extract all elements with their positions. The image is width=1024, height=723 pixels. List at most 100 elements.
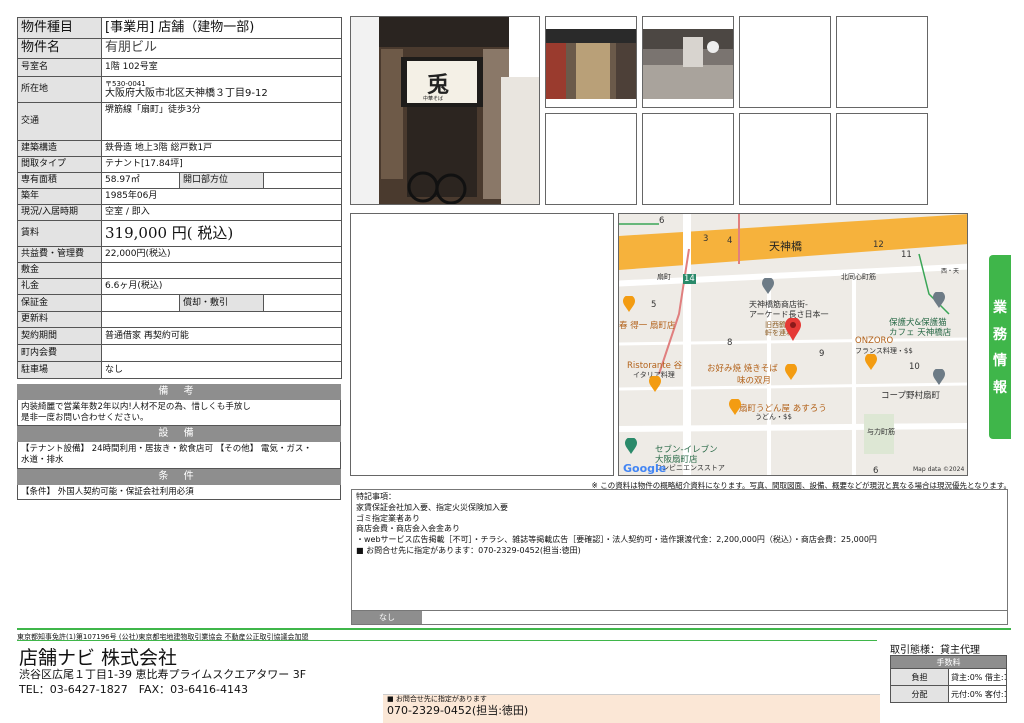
photo-slot-8 (836, 113, 928, 205)
storefront-image (351, 17, 539, 204)
facilities-line-1: 【テナント設備】 24時間利用・居抜き・飲食店可 【その他】 電気・ガス・ (21, 444, 312, 454)
parking-label: 駐車場 (17, 361, 102, 379)
conditions-header: 条 件 (17, 469, 341, 485)
company-tel: TEL：03-6427-1827 FAX：03-6416-4143 (19, 683, 249, 696)
photo-slot-3 (739, 16, 831, 108)
special-remarks-box: 特記事項： 家賃保証会社加入要、指定火災保険加入要 ゴミ指定業者あり 商店会費・… (351, 489, 1008, 611)
location-map[interactable]: 天神橋 北同心町筋 天神橋筋商店街- アーケード長さ日本一 旧西鶴 軒を連ね 春… (618, 213, 968, 476)
nashi-label: なし (352, 611, 422, 624)
fee-value-1: 貸主:0% 借主:100% (948, 668, 1007, 686)
remarks-header: 備 考 (17, 384, 341, 400)
photo-slot-5 (545, 113, 637, 205)
rent-label: 賃料 (17, 220, 102, 247)
facilities-header: 設 備 (17, 426, 341, 442)
contract-value: 普通借家 再契約可能 (100, 327, 343, 345)
photo-slot-7 (739, 113, 831, 205)
contact-line-2: 070-2329-0452(担当:徳田) (387, 704, 529, 718)
company-address: 渋谷区広尾１丁目1-39 恵比寿プライムスクエアタワー 3F (19, 668, 307, 681)
town-value (100, 344, 343, 362)
location-pin-icon (785, 318, 801, 341)
map-num-6b: 6 (873, 466, 879, 476)
transport-value: 堺筋線「扇町」徒歩3分 (100, 102, 343, 141)
landmark-pin-icon (762, 278, 774, 294)
footer-divider-top (17, 628, 1011, 630)
remarks-body: 内装綺麗で営業年数2年以内!人材不足の為、惜しくも手放し 是非一度お問い合わせく… (17, 400, 341, 426)
room-value: 1階 102号室 (100, 58, 343, 77)
fee-value: 22,000円(税込) (100, 246, 343, 263)
contact-line-1: ■ お問合せ先に指定があります (387, 695, 487, 703)
built-label: 築年 (17, 188, 102, 205)
map-num-9: 9 (819, 349, 825, 359)
town-label: 町内会費 (17, 344, 102, 362)
map-label-onzoro2: フランス料理・$$ (855, 347, 913, 355)
map-label-corp: コープ野村扇町 (881, 391, 940, 401)
type-label: 物件種目 (17, 17, 102, 39)
map-num-11: 11 (901, 250, 912, 260)
tab-char-3: 情 (993, 353, 1007, 370)
remarks-line-2: 是非一度お問い合わせください。 (21, 413, 149, 424)
photo-slot-6 (642, 113, 734, 205)
area-label: 専有面積 (17, 172, 102, 189)
map-num-4: 4 (727, 236, 733, 246)
map-label-kitaogi: 北同心町筋 (841, 273, 876, 281)
map-num-5: 5 (651, 300, 657, 310)
special-line-5: ■ お問合せ先に指定があります：070-2329-0452(担当:徳田) (356, 545, 581, 555)
special-line-4: ・webサービス広告掲載［不可］・チラシ、雑誌等掲載広告［要確認］・法人契約可・… (356, 535, 877, 545)
footer-divider-2 (17, 640, 877, 641)
map-label-okonomi1: お好み焼 焼きそば (707, 364, 778, 374)
map-num-3: 3 (703, 234, 709, 244)
layout-label: 間取タイプ (17, 156, 102, 173)
google-logo: Google (623, 462, 667, 475)
map-label-okonomi2: 味の双月 (737, 376, 772, 386)
address-value: 〒530-0041 大阪府大阪市北区天神橋３丁目9-12 (100, 76, 343, 103)
interior-image-1 (546, 29, 636, 99)
address-text: 大阪府大阪市北区天神橋３丁目9-12 (105, 87, 268, 99)
layout-value: テナント[17.84坪] (100, 156, 343, 173)
deposit-label: 保証金 (17, 294, 102, 312)
transaction-type: 取引態様：貸主代理 (890, 645, 980, 656)
storefront-photo[interactable]: 兎 中華そば (350, 16, 540, 205)
facilities-body: 【テナント設備】 24時間利用・居抜き・飲食店可 【その他】 電気・ガス・ 水道… (17, 442, 341, 469)
name-value: 有朋ビル (100, 38, 343, 59)
special-line-2: ゴミ指定業者あり (356, 513, 420, 523)
map-data-credit: Map data ©2024 (913, 466, 965, 473)
shikikin-value (100, 262, 343, 279)
rent-value: 319,000 円( 税込) (100, 220, 343, 247)
map-label-yoriki: 与力町筋 (867, 428, 895, 436)
deposit-value (101, 294, 180, 312)
special-line-3: 商店会費・商店会入会金あり (356, 524, 460, 534)
interior-photo-2[interactable] (642, 16, 734, 108)
status-value: 空室 / 即入 (100, 204, 343, 221)
fee-title: 手数料 (890, 655, 1007, 669)
interior-photo-1[interactable] (545, 16, 637, 108)
restaurant-pin-icon (623, 296, 635, 312)
map-label-hogo2: カフェ 天神橋店 (889, 328, 952, 338)
type-value: [事業用] 店舗（建物一部) (100, 17, 343, 39)
amort-label: 償却・敷引 (179, 294, 264, 312)
built-value: 1985年06月 (100, 188, 343, 205)
structure-value: 鉄骨造 地上3階 総戸数1戸 (100, 140, 343, 157)
okonomi-pin-icon (785, 364, 797, 380)
map-num-10: 10 (909, 362, 920, 372)
map-num-12: 12 (873, 240, 884, 250)
fee-label: 共益費・管理費 (17, 246, 102, 263)
opening-value (262, 172, 343, 189)
tab-char-2: 務 (993, 326, 1007, 343)
special-line-1: 家賃保証会社加入要、指定火災保険加入要 (356, 502, 508, 512)
seven-eleven-pin-icon (625, 438, 637, 454)
business-info-tab[interactable]: 業 務 情 報 (989, 255, 1011, 439)
map-label-ogimachi: 扇町 (657, 273, 671, 281)
floor-plan-area (350, 213, 614, 476)
address-label: 所在地 (17, 76, 102, 103)
contact-box: ■ お問合せ先に指定があります 070-2329-0452(担当:徳田) (383, 694, 880, 723)
remarks-line-1: 内装綺麗で営業年数2年以内!人材不足の為、惜しくも手放し (21, 402, 251, 412)
opening-label: 開口部方位 (179, 172, 264, 189)
map-label-onzoro1: ONZORO (855, 336, 894, 346)
hogo-pin-icon (933, 292, 945, 308)
parking-value: なし (100, 361, 343, 379)
area-value: 58.97㎡ (101, 172, 180, 189)
reikin-label: 礼金 (17, 278, 102, 295)
corp-pin-icon (933, 369, 945, 385)
structure-label: 建築構造 (17, 140, 102, 157)
photo-slot-4 (836, 16, 928, 108)
